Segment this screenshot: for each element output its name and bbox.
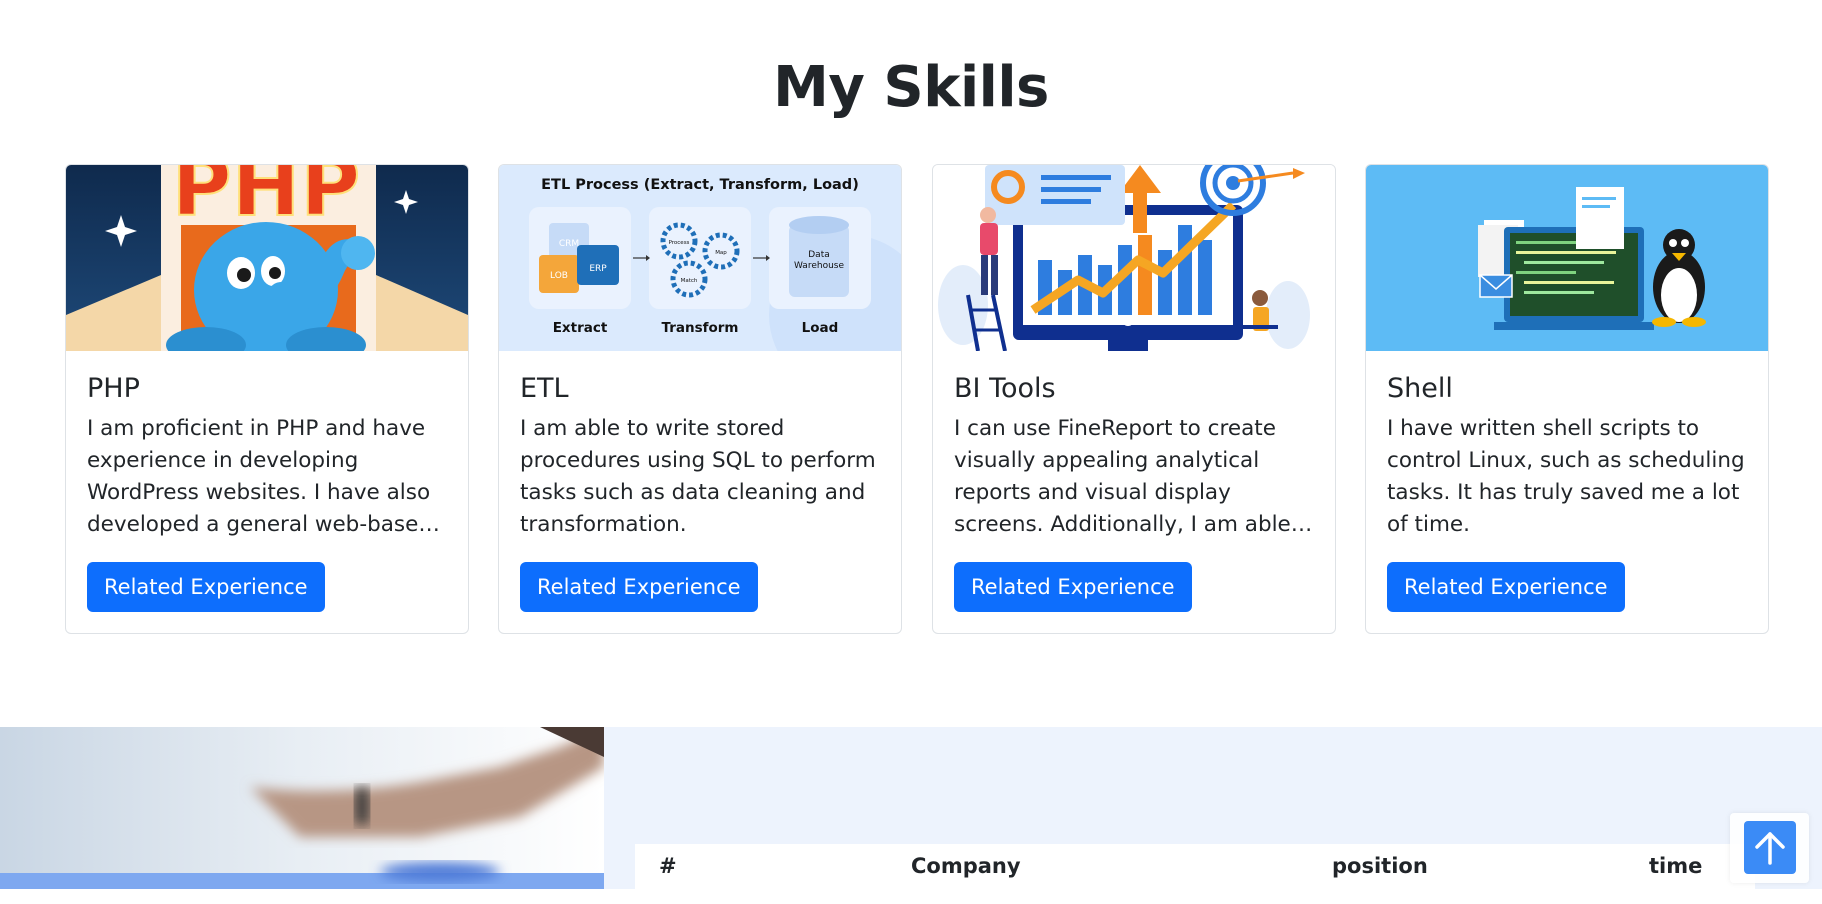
shell-image — [1366, 165, 1768, 351]
card-title: Shell — [1387, 373, 1453, 404]
svg-text:CRM: CRM — [559, 239, 579, 249]
card-text: I can use FineReport to create visually … — [954, 416, 1291, 537]
card-title: BI Tools — [954, 373, 1056, 404]
column-header-company: Company — [911, 854, 1021, 878]
related-experience-button[interactable]: Related Experience — [87, 562, 325, 612]
etl-image: ETL Process (Extract, Transform, Load) C… — [499, 165, 901, 351]
scroll-top-container — [1730, 813, 1809, 883]
card-text: I am able to write stored procedures usi… — [520, 416, 876, 537]
bi-tools-image — [933, 165, 1335, 351]
svg-text:ERP: ERP — [589, 264, 607, 274]
related-experience-button[interactable]: Related Experience — [520, 562, 758, 612]
svg-text:Data: Data — [808, 250, 830, 260]
svg-text:Map: Map — [715, 250, 727, 256]
column-header-position: position — [1332, 854, 1428, 878]
skill-card-bi-tools: BI Tools I can use FineReport to create … — [932, 164, 1336, 634]
column-header-number: # — [659, 854, 677, 878]
experience-table: # Company position time — [635, 844, 1755, 904]
card-title: ETL — [520, 373, 569, 404]
svg-text:Load: Load — [802, 320, 839, 336]
arrow-up-icon — [1755, 832, 1785, 865]
php-image: PHP — [66, 165, 468, 351]
svg-text:Match: Match — [681, 278, 698, 284]
skills-heading: My Skills — [773, 55, 1049, 120]
card-text: I am proficient in PHP and have experien… — [87, 416, 432, 537]
svg-text:Process: Process — [669, 240, 690, 246]
skill-card-shell: Shell I have written shell scripts to co… — [1365, 164, 1769, 634]
svg-text:LOB: LOB — [550, 271, 568, 281]
card-title: PHP — [87, 373, 140, 404]
related-experience-button[interactable]: Related Experience — [1387, 562, 1625, 612]
scroll-to-top-button[interactable] — [1744, 821, 1796, 874]
skill-card-etl: ETL Process (Extract, Transform, Load) C… — [498, 164, 902, 634]
etl-image-heading: ETL Process (Extract, Transform, Load) — [541, 177, 859, 193]
card-text: I have written shell scripts to control … — [1387, 416, 1745, 537]
skills-cards: PHP PHP I am proficient in PHP and have … — [65, 164, 1769, 634]
svg-text:Transform: Transform — [661, 320, 738, 336]
svg-text:Warehouse: Warehouse — [794, 261, 844, 271]
experience-photo — [0, 727, 604, 889]
related-experience-button[interactable]: Related Experience — [954, 562, 1192, 612]
skill-card-php: PHP PHP I am proficient in PHP and have … — [65, 164, 469, 634]
column-header-time: time — [1649, 854, 1703, 878]
svg-text:Extract: Extract — [553, 320, 608, 336]
